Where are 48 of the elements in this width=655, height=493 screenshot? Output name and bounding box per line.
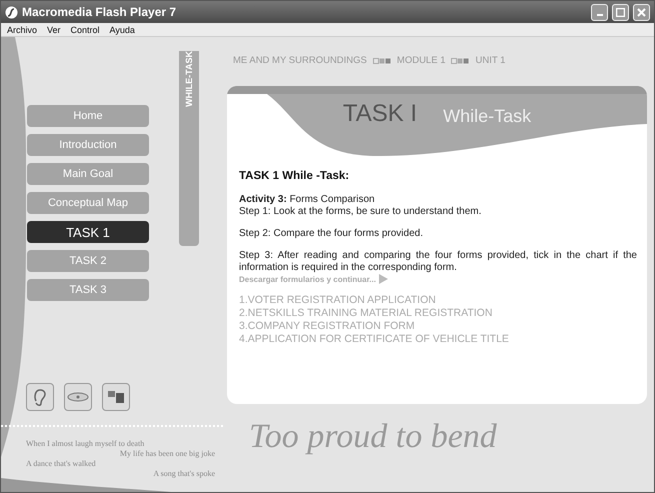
task-subtitle: While-Task [443,106,532,127]
menu-item[interactable]: Archivo [7,24,38,34]
tool-button[interactable] [102,383,130,411]
menu-item[interactable]: Control [70,24,100,34]
lyric-line: When I almost laugh myself to death [26,439,144,448]
disc-icon [67,392,89,402]
download-link[interactable]: Descargar formularios y continuar... [239,274,376,284]
lyric-line: A song that's spoke [153,469,215,478]
menu-item[interactable]: Ayuda [110,24,135,34]
close-button[interactable] [633,4,650,20]
nav-button[interactable]: TASK 3 [27,279,149,301]
task-title: TASK I [342,100,418,128]
window-title: Macromedia Flash Player 7 [22,5,178,19]
nav-button[interactable]: Home [27,105,149,127]
minimize-button[interactable] [591,4,608,20]
flash-logo-icon [5,6,18,18]
nav-button[interactable]: Main Goal [27,163,149,185]
maximize-button[interactable] [612,4,629,20]
step-text: Step 2: Compare the four forms provided. [239,228,424,240]
breadcrumb-item: MODULE 1 [396,55,446,66]
maximize-icon [616,8,625,16]
minimize-icon [596,14,602,16]
form-item[interactable]: 1.VOTER REGISTRATION APPLICATION [239,294,637,307]
activity-text: Activity 3: Forms Comparison [239,194,376,206]
ear-icon [32,387,48,407]
form-item[interactable]: 3.COMPANY REGISTRATION FORM [239,320,637,333]
side-tab[interactable]: WHILE-TASK [179,51,199,246]
breadcrumb-item: UNIT 1 [475,55,506,66]
nav-button[interactable]: Introduction [27,134,149,156]
form-item[interactable]: 4.APPLICATION FOR CERTIFICATE OF VEHICLE TITLE [239,333,637,346]
motto-text: Too proud to bend [249,418,498,456]
dots-icon [372,58,391,64]
step-text: Step 1: Look at the forms, be sure to understand them. [239,206,482,218]
breadcrumb-item: ME AND MY SURROUNDINGS [233,55,367,66]
nav-button[interactable]: Conceptual Map [27,192,149,214]
lyric-line: A dance that's walked [26,459,96,468]
tool-button[interactable] [26,383,54,411]
tool-button[interactable] [64,383,92,411]
task-heading: TASK 1 While -Task: [239,170,350,182]
close-icon [637,8,646,16]
form-item[interactable]: 2.NETSKILLS TRAINING MATERIAL REGISTRATION [239,307,637,320]
menu-item[interactable]: Ver [47,24,61,34]
nav-button[interactable]: TASK 2 [27,250,149,272]
nav-button[interactable]: TASK 1 [27,221,149,243]
dots-icon [451,58,470,64]
squares-icon [107,390,125,404]
lyric-line: My life has been one big joke [120,449,215,458]
step-text: Step 3: After reading and comparing the four forms provided, tick in the chart if the information is required in the corresponding form. [239,250,637,274]
